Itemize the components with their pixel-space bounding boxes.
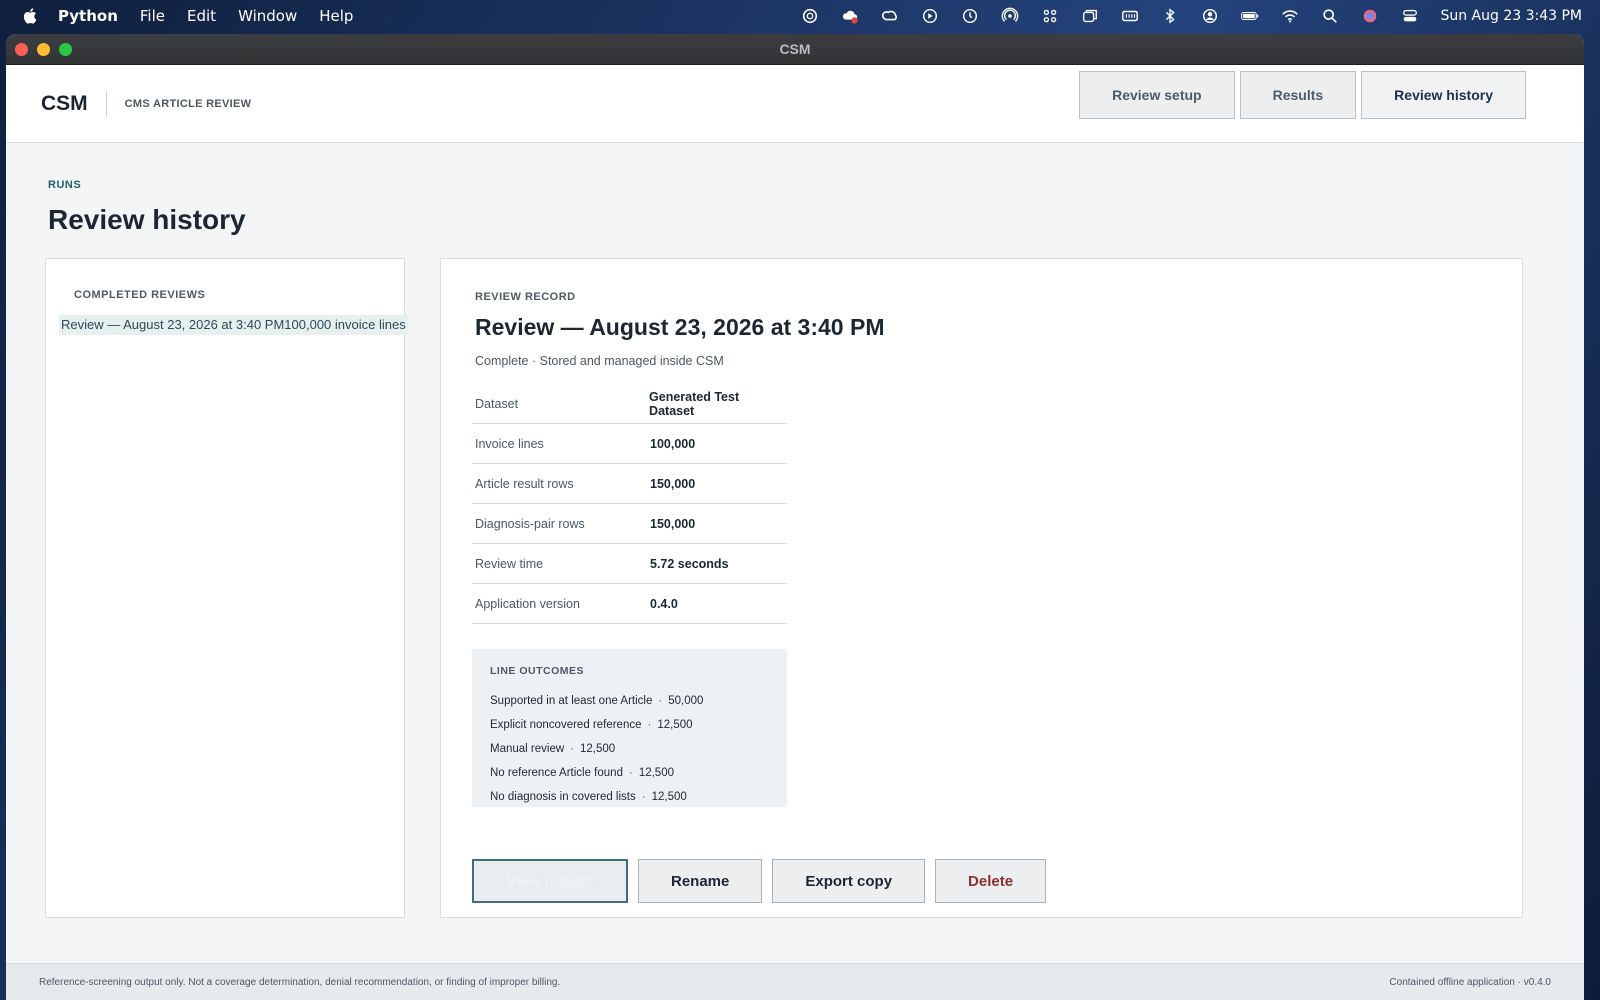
- siri-icon[interactable]: [1350, 6, 1390, 26]
- menu-file[interactable]: File: [140, 7, 165, 25]
- menu-window[interactable]: Window: [238, 7, 297, 25]
- review-list-item[interactable]: Review — August 23, 2026 at 3:40 PM100,0…: [59, 315, 408, 335]
- detail-value: 150,000: [650, 516, 696, 531]
- user-icon[interactable]: [1190, 6, 1230, 26]
- brand-subtitle: CMS ARTICLE REVIEW: [124, 97, 252, 110]
- line-outcomes-heading: LINE OUTCOMES: [490, 665, 585, 677]
- outcome-label: No diagnosis in covered lists: [490, 791, 636, 803]
- outcome-label: No reference Article found: [490, 767, 623, 779]
- spotlight-search-icon[interactable]: [1310, 6, 1350, 26]
- outcome-separator: ·: [641, 791, 646, 803]
- menu-bar: Python File Edit Window Help Sun Aug 23 …: [0, 0, 1600, 32]
- outcome-item: No diagnosis in covered lists · 12,500: [490, 785, 769, 809]
- battery-icon[interactable]: [1230, 6, 1270, 26]
- app-window: CSM CSM CMS ARTICLE REVIEW Review setup …: [6, 34, 1584, 1000]
- menu-app-name[interactable]: Python: [58, 7, 118, 25]
- time-machine-icon[interactable]: [950, 6, 990, 26]
- detail-label: Article result rows: [475, 476, 574, 491]
- brand-logo: CSM: [41, 91, 88, 115]
- windows-icon[interactable]: [1070, 6, 1110, 26]
- line-outcomes-box: LINE OUTCOMES Supported in at least one …: [472, 649, 787, 807]
- nav-results[interactable]: Results: [1239, 71, 1357, 119]
- nav-review-history[interactable]: Review history: [1361, 71, 1526, 119]
- view-results-button[interactable]: View results: [472, 859, 628, 903]
- control-center-icon[interactable]: [1390, 6, 1430, 26]
- detail-label: Review time: [475, 556, 544, 571]
- record-status: Complete · Stored and managed inside CSM: [475, 354, 724, 368]
- outcome-item: No reference Article found · 12,500: [490, 761, 769, 785]
- menu-help[interactable]: Help: [319, 7, 353, 25]
- app-header: CSM CMS ARTICLE REVIEW Review setup Resu…: [6, 65, 1584, 143]
- detail-row-review-time: Review time 5.72 seconds: [472, 544, 787, 584]
- apple-icon[interactable]: [22, 7, 40, 25]
- record-actions: View results Rename Export copy Delete: [472, 859, 1047, 903]
- detail-label: Invoice lines: [475, 436, 544, 451]
- outcome-count: 12,500: [651, 791, 687, 803]
- outcome-separator: ·: [658, 695, 663, 707]
- cloud-sync-error-icon[interactable]: [830, 6, 870, 26]
- app-footer: Reference-screening output only. Not a c…: [6, 963, 1584, 1000]
- outcome-label: Supported in at least one Article: [490, 695, 653, 707]
- completed-reviews-heading: COMPLETED REVIEWS: [74, 289, 206, 301]
- detail-label: Dataset: [475, 396, 519, 411]
- record-details-table: Dataset Generated Test Dataset Invoice l…: [472, 384, 787, 624]
- record-eyebrow: REVIEW RECORD: [475, 291, 576, 303]
- export-copy-button[interactable]: Export copy: [772, 859, 926, 903]
- window-controls: [15, 42, 72, 56]
- outcome-label: Explicit noncovered reference: [490, 719, 642, 731]
- outcome-separator: ·: [570, 743, 574, 755]
- menu-clock[interactable]: Sun Aug 23 3:43 PM: [1440, 8, 1582, 24]
- outcome-separator: ·: [647, 719, 652, 731]
- outcome-item: Manual review · 12,500: [490, 737, 769, 761]
- outcome-label: Manual review: [490, 743, 565, 755]
- rename-button[interactable]: Rename: [638, 859, 763, 903]
- outcome-separator: ·: [628, 767, 633, 779]
- airdrop-icon[interactable]: [990, 6, 1030, 26]
- record-title: Review — August 23, 2026 at 3:40 PM: [475, 314, 885, 340]
- detail-value: 100,000: [650, 436, 696, 451]
- outcome-count: 12,500: [580, 743, 616, 755]
- completed-reviews-panel: COMPLETED REVIEWS Review — August 23, 20…: [45, 258, 408, 918]
- detail-value: 150,000: [650, 476, 696, 491]
- main-nav: Review setup Results Review history: [1079, 71, 1526, 119]
- detail-row-article-rows: Article result rows 150,000: [472, 464, 787, 504]
- outcome-count: 50,000: [668, 695, 704, 707]
- menu-edit[interactable]: Edit: [187, 7, 216, 25]
- close-window-icon[interactable]: [15, 42, 28, 56]
- detail-row-invoice-lines: Invoice lines 100,000: [472, 424, 787, 464]
- outcome-item: Explicit noncovered reference · 12,500: [490, 713, 769, 737]
- outcome-count: 12,500: [657, 719, 693, 731]
- outcome-count: 12,500: [638, 767, 674, 779]
- outcome-item: Supported in at least one Article · 50,000: [490, 689, 769, 713]
- page-title: Review history: [48, 204, 246, 235]
- detail-label: Diagnosis-pair rows: [475, 516, 585, 531]
- window-titlebar[interactable]: CSM: [6, 34, 1584, 65]
- wifi-icon[interactable]: [1270, 6, 1310, 26]
- keyboard-icon[interactable]: [1110, 6, 1150, 26]
- review-record-panel: REVIEW RECORD Review — August 23, 2026 a…: [440, 258, 1523, 918]
- page-eyebrow: RUNS: [48, 179, 82, 191]
- window-title: CSM: [779, 41, 811, 57]
- delete-button[interactable]: Delete: [935, 859, 1047, 903]
- maximize-window-icon[interactable]: [59, 42, 72, 56]
- detail-row-dataset: Dataset Generated Test Dataset: [472, 384, 787, 424]
- detail-row-app-version: Application version 0.4.0: [472, 584, 787, 624]
- play-icon[interactable]: [910, 6, 950, 26]
- detail-value: Generated Test Dataset: [649, 389, 740, 418]
- detail-label: Application version: [475, 596, 580, 611]
- control-grid-icon[interactable]: [1030, 6, 1070, 26]
- nav-review-setup[interactable]: Review setup: [1079, 71, 1235, 119]
- minimize-window-icon[interactable]: [37, 42, 50, 56]
- brand-divider: [105, 90, 107, 117]
- footer-disclaimer: Reference-screening output only. Not a c…: [39, 976, 561, 988]
- creative-cloud-icon[interactable]: [870, 6, 910, 26]
- detail-value: 0.4.0: [650, 596, 678, 611]
- detail-value: 5.72 seconds: [650, 556, 729, 571]
- footer-version: Contained offline application · v0.4.0: [1389, 976, 1551, 988]
- bluetooth-icon[interactable]: [1150, 6, 1190, 26]
- detail-row-diagnosis-rows: Diagnosis-pair rows 150,000: [472, 504, 787, 544]
- chatgpt-icon[interactable]: [790, 6, 830, 26]
